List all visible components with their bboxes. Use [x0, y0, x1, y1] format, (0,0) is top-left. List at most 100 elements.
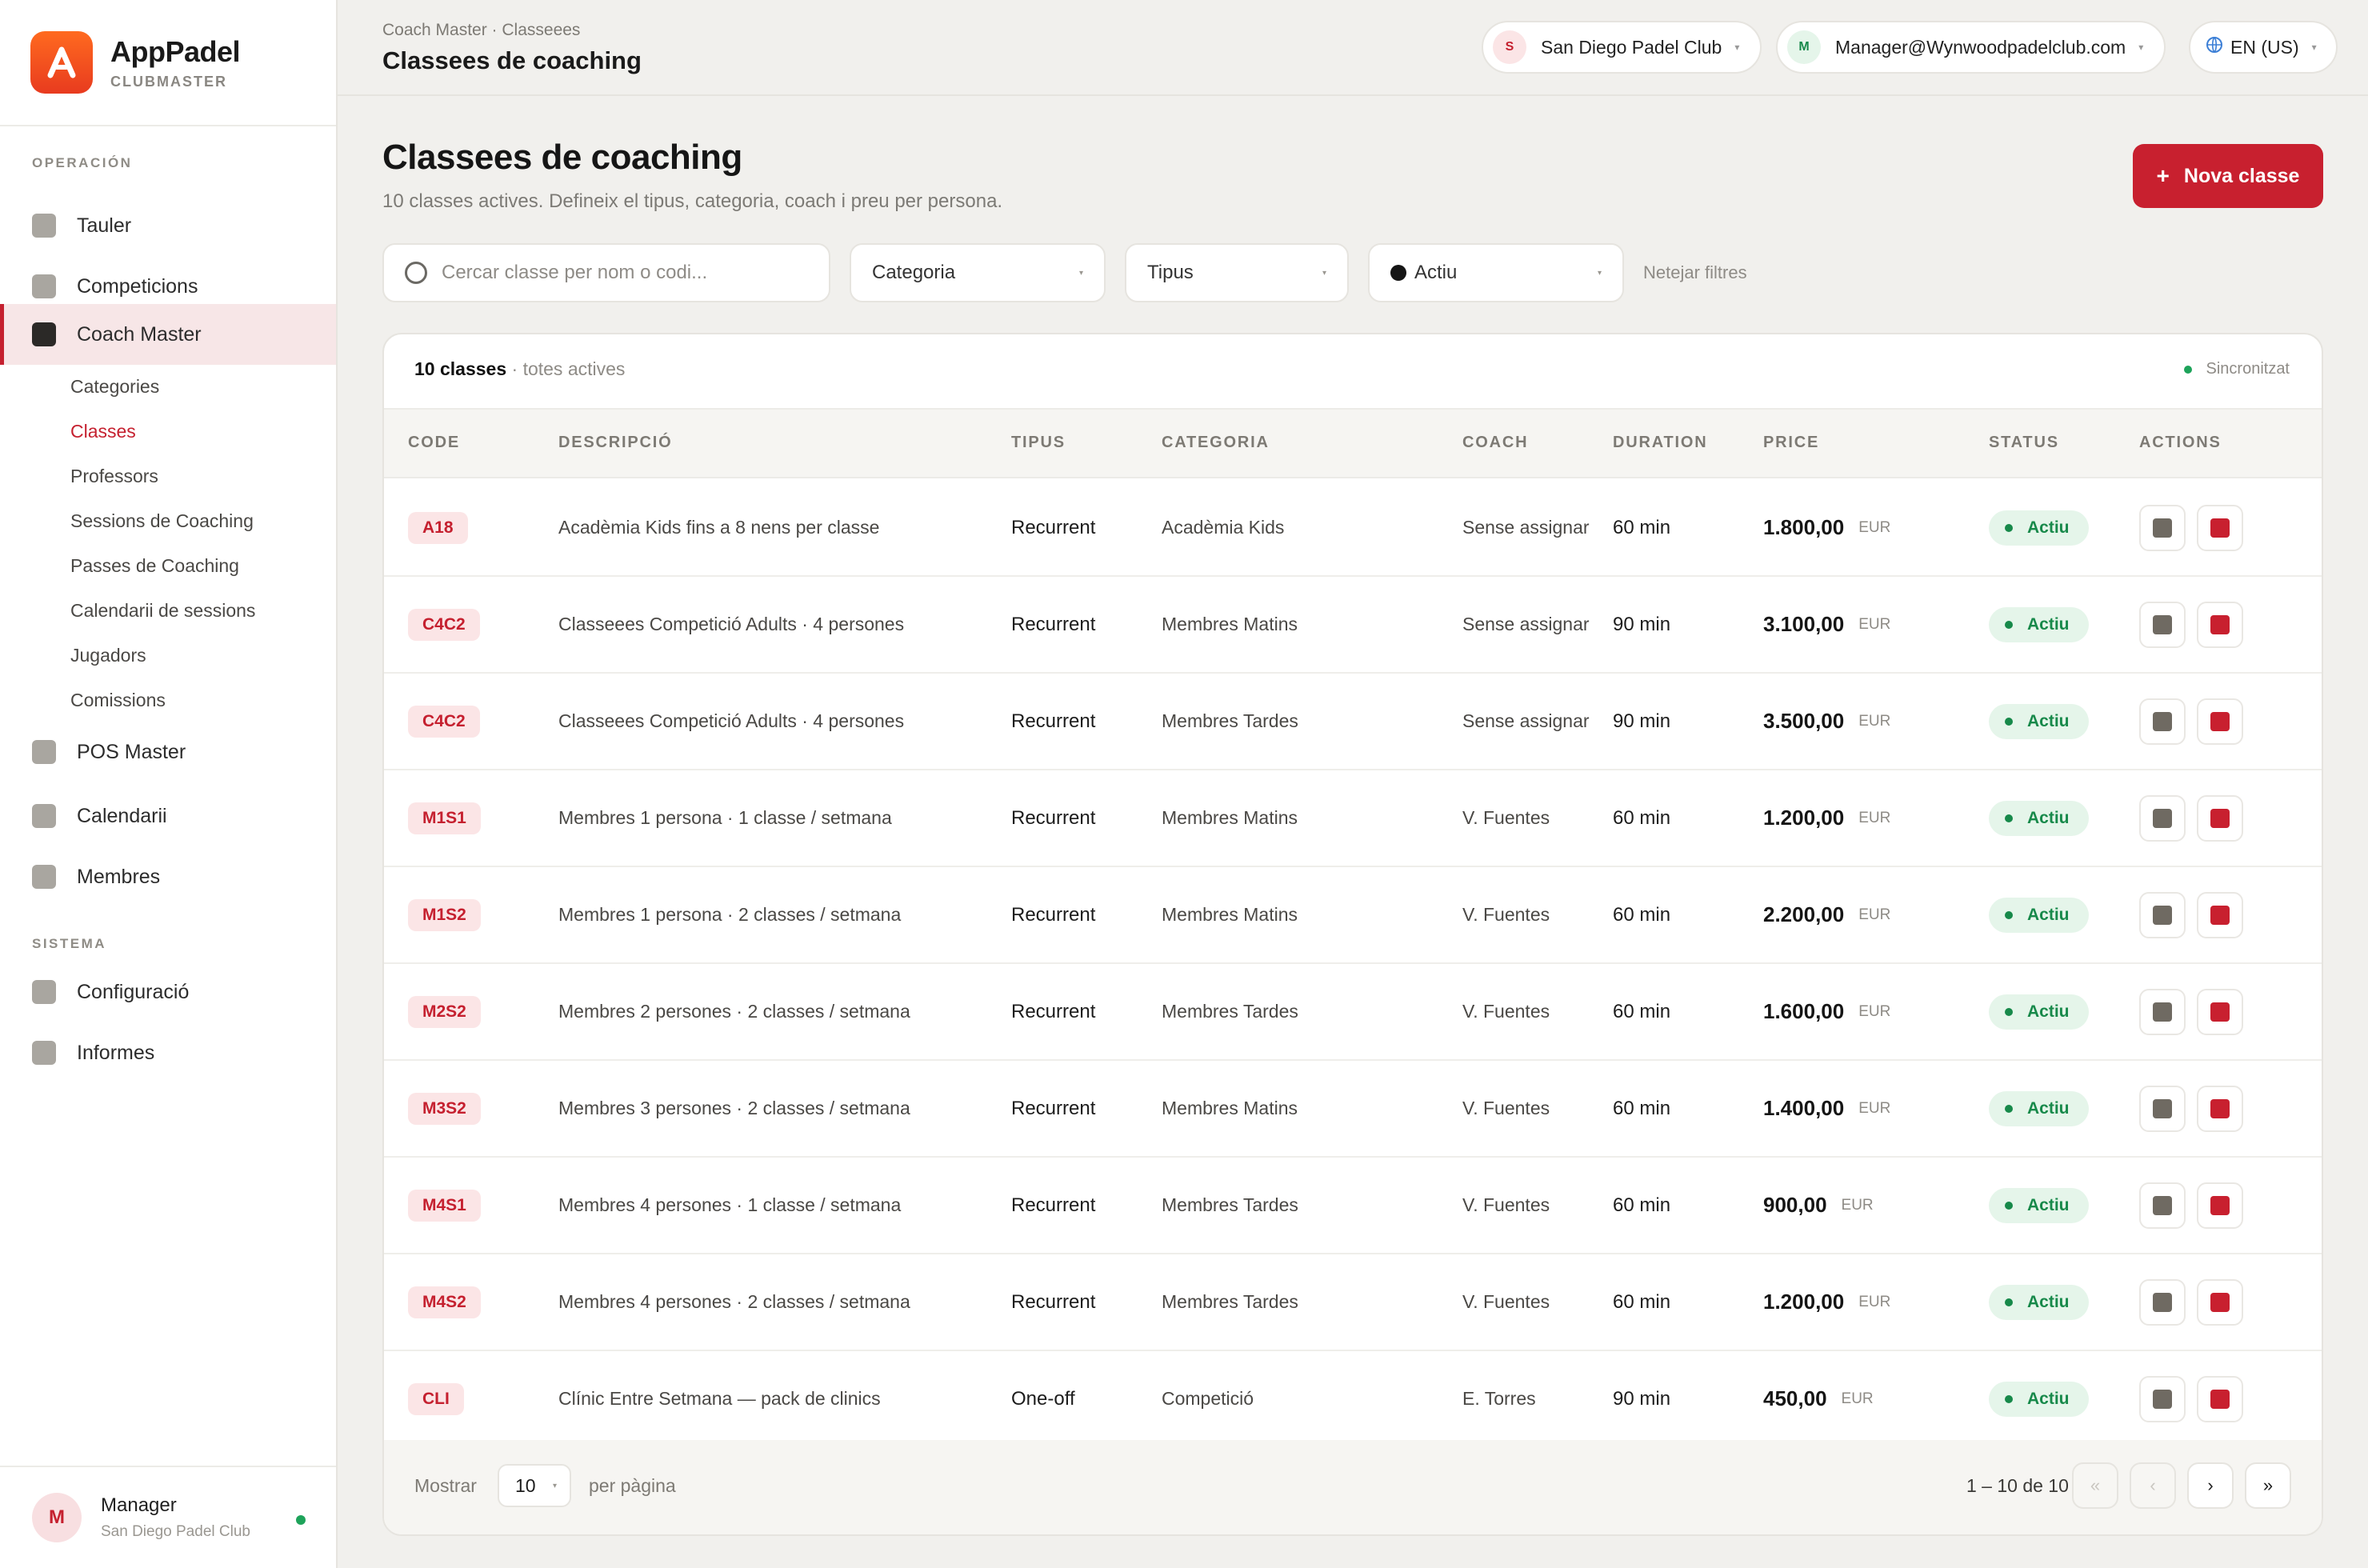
sidebar-item-pos-master[interactable]: POS Master [0, 723, 336, 781]
column-header[interactable]: DESCRIPCIÓ [558, 434, 672, 452]
sidebar-item-tauler[interactable]: Tauler [0, 197, 336, 254]
last-page-button[interactable]: » [2245, 1462, 2291, 1509]
table-row[interactable]: M1S2 Membres 1 persona · 2 classes / setm… [384, 867, 2322, 964]
currency-label: EUR [1858, 1293, 1891, 1310]
categoria-filter[interactable]: Categoria ▾ [850, 243, 1106, 302]
search-input[interactable] [442, 262, 778, 284]
sidebar: AppPadel CLUBMASTER OPERACIÓN Tauler Com… [0, 0, 338, 1568]
price-cell: 900,00 EUR [1763, 1158, 1874, 1253]
column-header[interactable]: CODE [408, 434, 460, 452]
delete-button[interactable] [2197, 1278, 2243, 1326]
edit-button[interactable] [2139, 601, 2186, 648]
delete-button[interactable] [2197, 1085, 2243, 1132]
duration-cell: 60 min [1613, 1000, 1671, 1022]
price-cell: 1.400,00 EUR [1763, 1061, 1890, 1156]
column-header[interactable]: PRICE [1763, 434, 1819, 452]
column-header[interactable]: DURATION [1613, 434, 1707, 452]
new-class-button[interactable]: + Nova classe [2133, 144, 2323, 208]
subitem-passes[interactable]: Passes de Coaching [70, 555, 239, 577]
edit-button[interactable] [2139, 1182, 2186, 1229]
first-page-button[interactable]: « [2072, 1462, 2118, 1509]
subitem-comissions[interactable]: Comissions [70, 690, 166, 711]
sidebar-item-calendarii[interactable]: Calendarii [0, 787, 336, 845]
edit-icon [2153, 1389, 2172, 1409]
price-cell: 2.200,00 EUR [1763, 867, 1890, 962]
table-row[interactable]: C4C2 Classeees Competició Adults · 4 pers… [384, 674, 2322, 770]
table-row[interactable]: M3S2 Membres 3 persones · 2 classes / set… [384, 1061, 2322, 1158]
delete-button[interactable] [2197, 988, 2243, 1035]
edit-button[interactable] [2139, 1085, 2186, 1132]
status-filter[interactable]: Actiu ▾ [1368, 243, 1624, 302]
status-label: Actiu [2027, 1292, 2070, 1311]
delete-button[interactable] [2197, 1375, 2243, 1422]
subitem-jugadors[interactable]: Jugadors [70, 645, 146, 666]
pagination-range: 1 – 10 de 10 [1966, 1475, 2069, 1496]
table-row[interactable]: M4S2 Membres 4 persones · 2 classes / set… [384, 1254, 2322, 1351]
delete-button[interactable] [2197, 698, 2243, 745]
delete-button[interactable] [2197, 504, 2243, 551]
club-selector[interactable]: S San Diego Padel Club ▾ [1482, 21, 1762, 74]
price-cell: 1.200,00 EUR [1763, 1254, 1890, 1350]
edit-button[interactable] [2139, 504, 2186, 551]
column-header[interactable]: STATUS [1989, 434, 2059, 452]
actions-cell [2139, 770, 2243, 866]
per-page-select[interactable]: 10 ▾ [498, 1464, 571, 1507]
code-cell: C4C2 [408, 577, 480, 672]
column-header[interactable]: COACH [1462, 434, 1528, 452]
delete-button[interactable] [2197, 794, 2243, 842]
edit-button[interactable] [2139, 988, 2186, 1035]
table-row[interactable]: M1S1 Membres 1 persona · 1 classe / setma… [384, 770, 2322, 867]
status-cell: Actiu [1989, 1351, 2089, 1446]
delete-button[interactable] [2197, 601, 2243, 648]
edit-icon [2153, 1002, 2172, 1022]
next-page-button[interactable]: › [2187, 1462, 2234, 1509]
status-label: Actiu [2027, 1195, 2070, 1214]
column-header[interactable]: CATEGORIA [1162, 434, 1270, 452]
edit-button[interactable] [2139, 1375, 2186, 1422]
calendarii-icon [32, 804, 56, 828]
subitem-sessions[interactable]: Sessions de Coaching [70, 510, 254, 532]
subitem-classes[interactable]: Classes [70, 421, 136, 442]
edit-button[interactable] [2139, 891, 2186, 938]
table-row[interactable]: M2S2 Membres 2 persones · 2 classes / set… [384, 964, 2322, 1061]
delete-button[interactable] [2197, 1182, 2243, 1229]
table-row[interactable]: M4S1 Membres 4 persones · 1 classe / setm… [384, 1158, 2322, 1254]
plus-icon: + [2156, 163, 2170, 188]
delete-icon [2210, 808, 2230, 828]
price-value: 1.200,00 [1763, 1290, 1845, 1314]
search-box[interactable] [382, 243, 830, 302]
breadcrumb[interactable]: Coach Master · Classeees [382, 21, 580, 40]
sidebar-item-coach-master[interactable]: Coach Master [0, 304, 336, 365]
table-row[interactable]: A18 Acadèmia Kids fins a 8 nens per class… [384, 480, 2322, 577]
language-selector[interactable]: EN (US) ▾ [2189, 21, 2338, 74]
sidebar-item-membres[interactable]: Membres [0, 848, 336, 906]
currency-label: EUR [1858, 518, 1891, 536]
tipus-filter[interactable]: Tipus ▾ [1125, 243, 1349, 302]
edit-button[interactable] [2139, 794, 2186, 842]
section-operacio: OPERACIÓN [32, 155, 133, 170]
sidebar-item-configuracio[interactable]: Configuració [0, 963, 336, 1021]
subitem-calendarii-sessions[interactable]: Calendarii de sessions [70, 600, 255, 622]
edit-button[interactable] [2139, 1278, 2186, 1326]
status-badge: Actiu [1989, 1187, 2089, 1223]
user-profile[interactable]: M Manager San Diego Padel Club [0, 1466, 336, 1568]
price-cell: 3.100,00 EUR [1763, 577, 1890, 672]
clear-filters-link[interactable]: Netejar filtres [1643, 262, 1747, 283]
code-cell: M3S2 [408, 1061, 481, 1156]
sidebar-item-label: Coach Master [77, 322, 202, 346]
currency-label: EUR [1858, 1099, 1891, 1117]
table-row[interactable]: C4C2 Classeees Competició Adults · 4 pers… [384, 577, 2322, 674]
sidebar-item-informes[interactable]: Informes [0, 1024, 336, 1082]
price-cell: 1.800,00 EUR [1763, 480, 1890, 575]
table-row[interactable]: CLI Clínic Entre Setmana — pack de clinic… [384, 1351, 2322, 1448]
edit-button[interactable] [2139, 698, 2186, 745]
subitem-categories[interactable]: Categories [70, 376, 159, 398]
delete-button[interactable] [2197, 891, 2243, 938]
column-header[interactable]: TIPUS [1011, 434, 1066, 452]
brand[interactable]: AppPadel CLUBMASTER [0, 0, 336, 126]
configuracio-icon [32, 980, 56, 1004]
prev-page-button[interactable]: ‹ [2130, 1462, 2176, 1509]
status-badge: Actiu [1989, 800, 2089, 836]
account-selector[interactable]: M Manager@Wynwoodpadelclub.com ▾ [1776, 21, 2166, 74]
subitem-professors[interactable]: Professors [70, 466, 158, 487]
